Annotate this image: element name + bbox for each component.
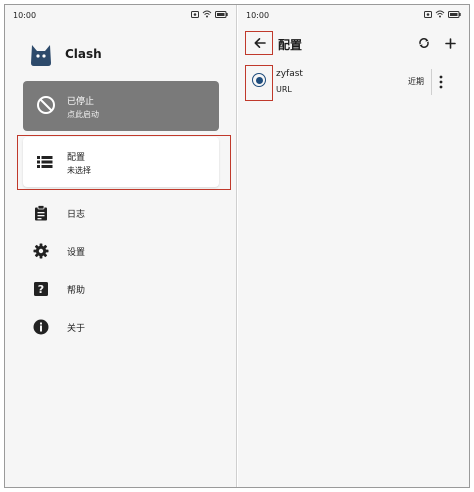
profiles-screen: 10:00 配置 zyfast URL 近期: [238, 5, 469, 487]
status-bar: 10:00: [238, 5, 469, 25]
plus-icon: [444, 37, 456, 49]
back-button[interactable]: [250, 33, 270, 53]
profile-card-subtitle: 未选择: [67, 166, 91, 175]
status-title: 已停止: [67, 97, 95, 107]
status-icons: [424, 10, 461, 18]
refresh-button[interactable]: [414, 33, 434, 53]
profile-row[interactable]: zyfast URL 近期: [238, 61, 469, 103]
svg-text:?: ?: [38, 283, 44, 296]
menu-item-help[interactable]: ? 帮助: [23, 276, 219, 302]
battery-icon: [448, 10, 461, 18]
page-title: 配置: [278, 38, 303, 52]
more-options-button[interactable]: [435, 71, 447, 93]
status-bar: 10:00: [5, 5, 236, 25]
profile-type: URL: [276, 85, 292, 94]
clipboard-icon: [35, 205, 47, 221]
cat-logo-icon: [31, 45, 51, 66]
app-name: Clash: [65, 47, 102, 61]
menu-label-help: 帮助: [67, 285, 86, 296]
status-card[interactable]: 已停止 点此启动: [23, 81, 219, 131]
add-button[interactable]: [440, 33, 460, 53]
gear-icon: [33, 243, 49, 259]
radio-selected-dot: [255, 76, 263, 84]
notification-icon: [191, 10, 199, 18]
help-icon: ?: [34, 282, 48, 296]
wifi-icon: [202, 10, 212, 18]
profile-radio-button[interactable]: [252, 73, 266, 87]
app-header: Clash: [29, 41, 102, 67]
profile-updated: 近期: [408, 77, 424, 86]
menu-label-logs: 日志: [67, 209, 86, 220]
menu-label-settings: 设置: [67, 247, 86, 258]
menu-label-about: 关于: [67, 323, 86, 334]
status-time: 10:00: [246, 11, 270, 20]
profile-name: zyfast: [276, 69, 303, 79]
status-icons: [191, 10, 228, 18]
main-screen: 10:00 Clash 已停止 点此启动 配置 未选择 日志 设置 ? 帮助 关…: [5, 5, 237, 487]
status-subtitle: 点此启动: [67, 110, 99, 119]
profile-card[interactable]: 配置 未选择: [23, 137, 219, 187]
menu-item-settings[interactable]: 设置: [23, 238, 219, 264]
status-time: 10:00: [13, 11, 37, 20]
list-icon: [37, 156, 53, 168]
info-icon: [33, 319, 49, 335]
notification-icon: [424, 10, 432, 18]
menu-item-about[interactable]: 关于: [23, 314, 219, 340]
battery-icon: [215, 10, 228, 18]
wifi-icon: [435, 10, 445, 18]
arrow-left-icon: [254, 38, 266, 48]
menu-item-logs[interactable]: 日志: [23, 200, 219, 226]
profile-card-title: 配置: [67, 153, 86, 163]
sync-icon: [419, 38, 429, 48]
screenshot-frame: 10:00 Clash 已停止 点此启动 配置 未选择 日志 设置 ? 帮助 关…: [4, 4, 470, 488]
block-icon: [37, 96, 55, 114]
row-divider: [431, 69, 432, 95]
top-app-bar: 配置: [238, 27, 469, 59]
more-vert-icon: [439, 75, 443, 89]
